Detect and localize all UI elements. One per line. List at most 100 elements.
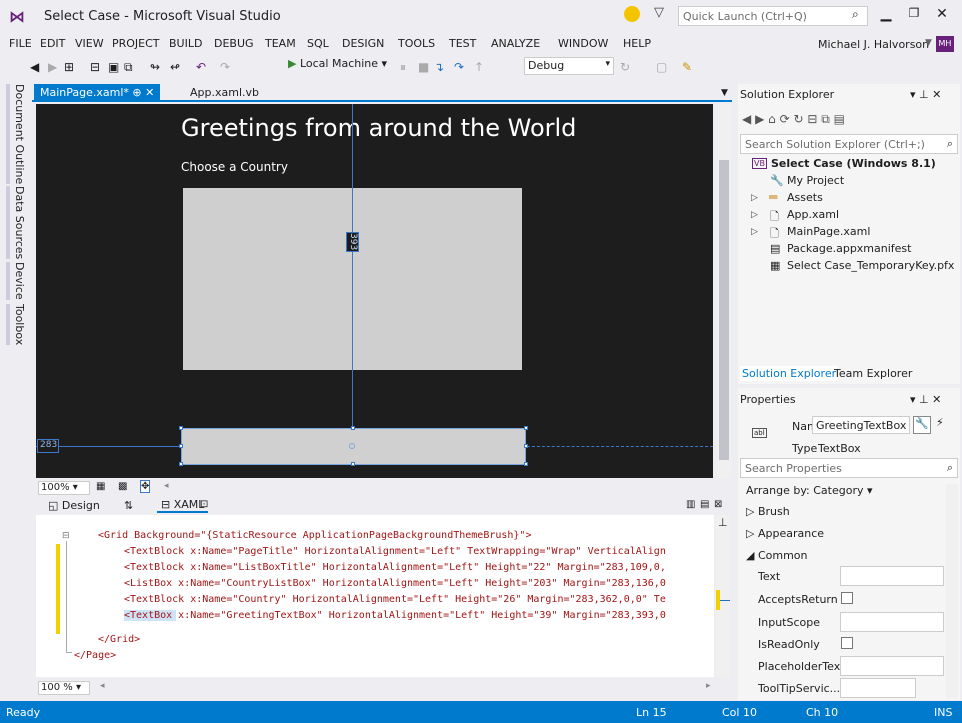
resize-handle[interactable] <box>179 444 183 448</box>
page-title[interactable]: Greetings from around the World <box>181 114 576 142</box>
new-project-icon[interactable]: ⊞ <box>64 60 74 74</box>
dropdown-icon[interactable]: ▾ <box>910 88 916 101</box>
save-all-icon[interactable]: ⧉ <box>124 60 133 75</box>
grid-icon[interactable]: ▦ <box>96 481 105 492</box>
tab-team-explorer[interactable]: Team Explorer <box>834 367 912 380</box>
dropdown-icon[interactable]: ▾ <box>910 393 916 406</box>
open-file-icon[interactable]: ⊟ <box>90 60 100 74</box>
designer-scrollbar-thumb[interactable] <box>719 160 729 460</box>
configuration-dropdown[interactable]: Debug ▾ <box>524 57 614 75</box>
resize-handle[interactable] <box>351 462 355 466</box>
tab-design[interactable]: ◱ Design <box>48 499 100 512</box>
pin-icon[interactable]: ⊕ <box>132 86 141 99</box>
pause-icon[interactable]: ⏸ <box>400 60 406 75</box>
scroll-left-icon[interactable]: ◂ <box>164 481 169 491</box>
tree-item-my-project[interactable]: My Project <box>787 174 844 187</box>
pin-icon[interactable]: ⊥ <box>919 393 929 406</box>
solution-search-input[interactable]: Search Solution Explorer (Ctrl+;) ⌕ <box>740 134 958 154</box>
tab-device[interactable]: Device <box>6 262 26 300</box>
category-brush[interactable]: ▷ Brush <box>746 505 790 518</box>
menu-window[interactable]: WINDOW <box>558 37 608 50</box>
tree-item-mainpage-xaml[interactable]: MainPage.xaml <box>787 225 870 238</box>
back-icon[interactable]: ◀ <box>30 60 39 74</box>
browse-icon[interactable]: ▢ <box>656 60 667 74</box>
tab-data-sources[interactable]: Data Sources <box>6 186 26 260</box>
back-icon[interactable]: ◀ <box>742 112 751 126</box>
refresh-icon[interactable]: ↻ <box>620 60 630 74</box>
resize-handle[interactable] <box>179 426 183 430</box>
input-scope-input[interactable] <box>840 612 944 632</box>
menu-view[interactable]: VIEW <box>75 37 104 50</box>
prop-text-input[interactable] <box>840 566 944 586</box>
code-line[interactable]: </Page> <box>74 650 116 661</box>
artboard-icon[interactable]: ✥ <box>140 480 151 493</box>
forward-icon[interactable]: ▶ <box>755 112 764 126</box>
code-line[interactable]: </Grid> <box>98 634 140 645</box>
code-line-selected[interactable]: <TextBox x:Name="GreetingTextBox" Horizo… <box>124 610 666 621</box>
minimize-button[interactable]: ▁ <box>876 6 896 24</box>
navigate-icon[interactable]: ↬ <box>150 60 160 74</box>
properties-wrench-icon[interactable]: 🔧 <box>913 416 931 434</box>
menu-test[interactable]: TEST <box>449 37 476 50</box>
is-readonly-checkbox[interactable] <box>841 637 853 649</box>
tab-app-xaml-vb[interactable]: App.xaml.vb <box>190 86 259 99</box>
expand-arrow-icon[interactable]: ▷ <box>751 193 758 203</box>
feedback-smiley-icon[interactable] <box>624 6 640 22</box>
properties-icon[interactable]: ▤ <box>834 112 845 126</box>
accepts-return-checkbox[interactable] <box>841 592 853 604</box>
event-handlers-icon[interactable]: ⚡ <box>936 416 944 429</box>
home-icon[interactable]: ⌂ <box>768 112 776 126</box>
menu-debug[interactable]: DEBUG <box>214 37 254 50</box>
code-line[interactable]: <Grid Background="{StaticResource Applic… <box>98 530 531 541</box>
step-over-icon[interactable]: ↷ <box>454 60 464 74</box>
close-icon[interactable]: ✕ <box>932 88 941 101</box>
resize-handle[interactable] <box>524 444 528 448</box>
code-line[interactable]: <TextBlock x:Name="ListBoxTitle" Horizon… <box>124 562 666 573</box>
swap-panes-icon[interactable]: ⇅ <box>124 499 133 512</box>
split-vertical-icon[interactable]: ▤ <box>700 499 709 510</box>
menu-design[interactable]: DESIGN <box>342 37 384 50</box>
expand-arrow-icon[interactable]: ▷ <box>751 227 758 237</box>
collapse-pane-icon[interactable]: ⊠ <box>714 499 722 510</box>
search-icon[interactable]: ⌕ <box>852 7 859 22</box>
menu-analyze[interactable]: ANALYZE <box>491 37 540 50</box>
properties-search-input[interactable]: Search Properties ⌕ <box>740 458 958 478</box>
tab-solution-explorer[interactable]: Solution Explorer <box>740 366 839 381</box>
tree-item-manifest[interactable]: Package.appxmanifest <box>787 242 911 255</box>
redo-icon[interactable]: ↷ <box>220 60 230 74</box>
menu-edit[interactable]: EDIT <box>40 37 65 50</box>
split-horizontal-icon[interactable]: ▥ <box>686 499 695 510</box>
menu-file[interactable]: FILE <box>9 37 32 50</box>
restore-button[interactable]: ❐ <box>904 6 924 24</box>
editor-zoom-select[interactable]: 100 % ▾ <box>38 681 90 695</box>
tab-document-outline[interactable]: Document Outline <box>6 84 26 185</box>
popup-icon[interactable]: ⊡ <box>200 499 208 510</box>
menu-project[interactable]: PROJECT <box>112 37 160 50</box>
step-into-icon[interactable]: ↴ <box>434 60 444 74</box>
list-box-title[interactable]: Choose a Country <box>181 160 288 174</box>
menu-sql[interactable]: SQL <box>307 37 329 50</box>
resize-handle[interactable] <box>524 426 528 430</box>
save-icon[interactable]: ▣ <box>108 60 119 74</box>
tree-item-project[interactable]: Select Case (Windows 8.1) <box>771 157 936 170</box>
close-icon[interactable]: ✕ <box>145 86 154 99</box>
menu-build[interactable]: BUILD <box>169 37 202 50</box>
resize-handle[interactable] <box>351 426 355 430</box>
chevron-down-icon[interactable]: ▼ <box>925 38 932 48</box>
tree-item-assets[interactable]: Assets <box>787 191 823 204</box>
arrange-by-dropdown[interactable]: Arrange by: Category ▾ <box>746 484 873 497</box>
sync-icon[interactable]: ⟳ <box>780 112 790 126</box>
forward-icon[interactable]: ▶ <box>48 60 57 74</box>
code-line[interactable]: <ListBox x:Name="CountryListBox" Horizon… <box>124 578 666 589</box>
step-out-icon[interactable]: ↑ <box>474 60 484 74</box>
snap-grid-icon[interactable]: ▩ <box>118 481 127 492</box>
designer-zoom-select[interactable]: 100% ▾ <box>38 481 90 495</box>
notifications-filter-icon[interactable]: ▽ <box>654 5 664 20</box>
code-line[interactable]: <TextBlock x:Name="PageTitle" Horizontal… <box>124 546 666 557</box>
resize-handle[interactable] <box>524 462 528 466</box>
tab-mainpage-xaml[interactable]: MainPage.xaml* ⊕ ✕ <box>34 84 161 102</box>
user-name[interactable]: Michael J. Halvorson <box>818 38 929 51</box>
tab-toolbox[interactable]: Toolbox <box>6 304 26 346</box>
expand-arrow-icon[interactable]: ▷ <box>751 210 758 220</box>
resize-handle[interactable] <box>179 462 183 466</box>
